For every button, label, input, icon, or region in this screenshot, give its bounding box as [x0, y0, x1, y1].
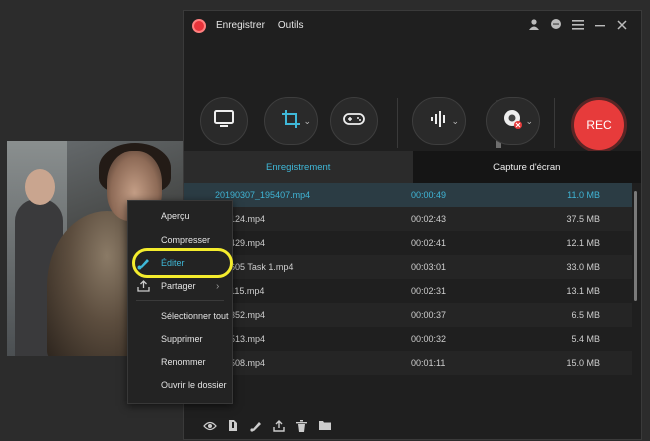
menu-item-apercu[interactable]: Aperçu: [161, 211, 190, 221]
share-icon: [137, 280, 150, 295]
compress-icon[interactable]: [221, 419, 244, 435]
webcam-button[interactable]: ⌄: [486, 97, 540, 145]
photo-head-left: [25, 169, 55, 205]
monitor-icon: [213, 109, 235, 134]
toolbar-divider: [554, 98, 555, 148]
file-size: 11.0 MB: [567, 190, 600, 200]
table-row[interactable]: 192124.mp4 00:02:43 37.5 MB: [184, 207, 632, 231]
region-button[interactable]: ⌄: [264, 97, 318, 145]
menu-divider: [136, 300, 224, 301]
table-row[interactable]: 20190307_195407.mp4 00:00:49 11.0 MB: [184, 183, 632, 207]
file-duration: 00:00:49: [411, 190, 447, 200]
game-button[interactable]: [330, 97, 378, 145]
file-duration: 00:02:41: [411, 238, 447, 248]
highlight-ring: [132, 248, 233, 278]
recorder-window: Enregistrer Outils ⌄ ⌄ ⌄ REC Enregistrem…: [183, 10, 642, 440]
chevron-right-icon: ›: [216, 281, 220, 292]
menu-item-partager[interactable]: Partager: [161, 281, 196, 291]
menu-item-selectionner-tout[interactable]: Sélectionner tout: [161, 311, 229, 321]
toolbar-divider: [397, 98, 398, 148]
menu-enregistrer[interactable]: Enregistrer: [216, 20, 265, 31]
user-icon[interactable]: [523, 18, 545, 33]
close-icon[interactable]: [611, 19, 633, 33]
share-icon[interactable]: [267, 419, 290, 435]
file-size: 37.5 MB: [566, 214, 600, 224]
recordings-list: 20190307_195407.mp4 00:00:49 11.0 MB 192…: [184, 183, 632, 411]
menu-outils[interactable]: Outils: [278, 20, 304, 31]
context-menu: Aperçu Compresser Éditer Partager › Séle…: [127, 200, 233, 404]
chevron-down-icon[interactable]: ⌄: [451, 116, 459, 127]
file-size: 15.0 MB: [566, 358, 600, 368]
file-size: 5.4 MB: [571, 334, 600, 344]
menu-item-renommer[interactable]: Renommer: [161, 357, 206, 367]
list-scrollbar[interactable]: [634, 191, 637, 301]
webcam-icon: [502, 108, 524, 135]
screen-button[interactable]: [200, 97, 248, 145]
trash-icon[interactable]: [290, 419, 313, 435]
rec-button[interactable]: REC: [571, 97, 627, 153]
file-name: 20190307_195407.mp4: [215, 190, 311, 200]
table-row[interactable]: 123115.mp4 00:02:31 13.1 MB: [184, 279, 632, 303]
file-size: 12.1 MB: [566, 238, 600, 248]
crop-icon: [281, 109, 301, 134]
table-row[interactable]: 192513.mp4 00:00:32 5.4 MB: [184, 327, 632, 351]
eye-icon[interactable]: [198, 421, 221, 434]
menu-icon[interactable]: [567, 19, 589, 33]
table-row[interactable]: [184, 375, 632, 399]
tab-capture[interactable]: Capture d'écran: [412, 151, 641, 183]
edit-icon[interactable]: [244, 420, 267, 435]
file-duration: 00:01:11: [411, 358, 446, 368]
menu-item-ouvrir-dossier[interactable]: Ouvrir le dossier: [161, 380, 227, 390]
bottom-toolbar: [184, 415, 650, 439]
tab-bar: Enregistrement Capture d'écran: [184, 151, 641, 183]
menu-item-supprimer[interactable]: Supprimer: [161, 334, 203, 344]
capture-toolbar: ⌄ ⌄ ⌄ REC ☷˄: [184, 40, 641, 170]
folder-icon[interactable]: [313, 420, 336, 434]
title-bar: Enregistrer Outils: [184, 11, 641, 40]
app-logo-icon: [192, 18, 206, 33]
file-duration: 00:00:37: [411, 310, 447, 320]
minimize-icon[interactable]: [589, 19, 611, 33]
chat-icon[interactable]: [545, 18, 567, 33]
file-size: 13.1 MB: [566, 286, 600, 296]
table-row[interactable]: 123429.mp4 00:02:41 12.1 MB: [184, 231, 632, 255]
file-size: 33.0 MB: [566, 262, 600, 272]
menu-item-compresser[interactable]: Compresser: [161, 235, 210, 245]
table-row[interactable]: 123605 Task 1.mp4 00:03:01 33.0 MB: [184, 255, 632, 279]
table-row[interactable]: 193352.mp4 00:00:37 6.5 MB: [184, 303, 632, 327]
file-duration: 00:00:32: [411, 334, 447, 344]
file-duration: 00:02:31: [411, 286, 447, 296]
audio-icon: [429, 109, 449, 134]
chevron-down-icon[interactable]: ⌄: [303, 116, 311, 127]
table-row[interactable]: 172508.mp4 00:01:11 15.0 MB: [184, 351, 632, 375]
chevron-down-icon[interactable]: ⌄: [525, 116, 533, 127]
file-duration: 00:02:43: [411, 214, 447, 224]
gamepad-icon: [343, 112, 365, 131]
file-size: 6.5 MB: [571, 310, 600, 320]
audio-button[interactable]: ⌄: [412, 97, 466, 145]
file-duration: 00:03:01: [411, 262, 447, 272]
tab-enregistrement[interactable]: Enregistrement: [184, 151, 413, 183]
